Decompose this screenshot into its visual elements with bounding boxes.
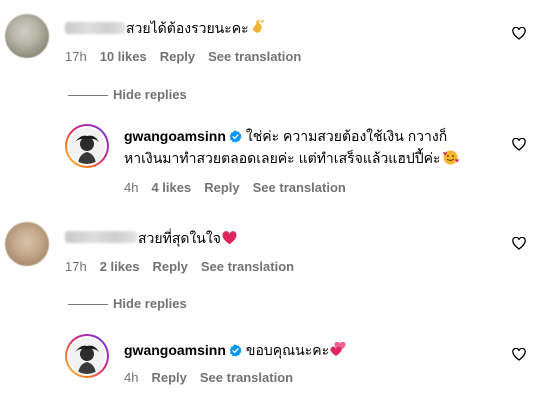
comment-text: gwangoamsinn ใช่ค่ะ ความสวยต้องใช้เงิน ก… (124, 126, 447, 148)
likes-count[interactable]: 2 likes (100, 259, 140, 274)
username-redacted[interactable] (65, 231, 137, 243)
timestamp: 4h (124, 370, 139, 385)
comment-meta: 4h 4 likes Reply See translation (124, 180, 359, 196)
hide-replies-line (68, 95, 108, 96)
see-translation-button[interactable]: See translation (200, 370, 293, 385)
likes-count[interactable]: 4 likes (151, 180, 191, 195)
verified-badge-icon (229, 128, 242, 148)
comment-text-line1: ใช่ค่ะ ความสวยต้องใช้เงิน กวางก็ (245, 128, 448, 144)
see-translation-button[interactable]: See translation (253, 180, 346, 195)
like-heart-icon[interactable] (512, 347, 526, 366)
comment-meta: 17h 10 likes Reply See translation (65, 49, 314, 65)
reply-button[interactable]: Reply (204, 180, 239, 195)
timestamp: 4h (124, 180, 139, 195)
comment-text: สวยที่สุดในใจ (138, 228, 237, 250)
hide-replies-line (68, 304, 108, 305)
smiling-face-with-hearts-icon (442, 149, 459, 170)
comment-text: gwangoamsinn ขอบคุณนะคะ (124, 340, 346, 362)
comment-text-line2: หาเงินมาทำสวยตลอดเลยค่ะ แต่ทำเสร็จแล้วแฮ… (124, 150, 441, 166)
username[interactable]: gwangoamsinn (124, 128, 226, 144)
comment-text-body: สวยที่สุดในใจ (138, 230, 221, 246)
comment-text-body: ขอบคุณนะคะ (245, 342, 330, 358)
hide-replies-button[interactable]: Hide replies (113, 296, 187, 312)
comment-text: สวยได้ต้องรวยนะคะ (126, 18, 266, 40)
see-translation-button[interactable]: See translation (208, 49, 301, 64)
clapping-hands-icon (250, 19, 266, 40)
comment-text-body: สวยได้ต้องรวยนะคะ (126, 20, 249, 36)
verified-badge-icon (229, 342, 242, 362)
avatar[interactable] (65, 334, 109, 378)
see-translation-button[interactable]: See translation (201, 259, 294, 274)
avatar[interactable] (65, 124, 109, 168)
likes-count[interactable]: 10 likes (100, 49, 147, 64)
two-hearts-icon (330, 341, 346, 362)
timestamp: 17h (65, 259, 87, 274)
like-heart-icon[interactable] (512, 236, 526, 255)
red-heart-icon (222, 230, 237, 250)
timestamp: 17h (65, 49, 87, 64)
reply-button[interactable]: Reply (152, 259, 187, 274)
comment-meta: 4h Reply See translation (124, 370, 306, 386)
username-redacted[interactable] (65, 22, 125, 34)
like-heart-icon[interactable] (512, 26, 526, 45)
like-heart-icon[interactable] (512, 137, 526, 156)
hide-replies-button[interactable]: Hide replies (113, 87, 187, 103)
comment-meta: 17h 2 likes Reply See translation (65, 259, 307, 275)
avatar[interactable] (5, 222, 49, 266)
reply-button[interactable]: Reply (160, 49, 195, 64)
username[interactable]: gwangoamsinn (124, 342, 226, 358)
reply-button[interactable]: Reply (151, 370, 186, 385)
avatar[interactable] (5, 14, 49, 58)
comment-text-continued: หาเงินมาทำสวยตลอดเลยค่ะ แต่ทำเสร็จแล้วแฮ… (124, 148, 459, 170)
